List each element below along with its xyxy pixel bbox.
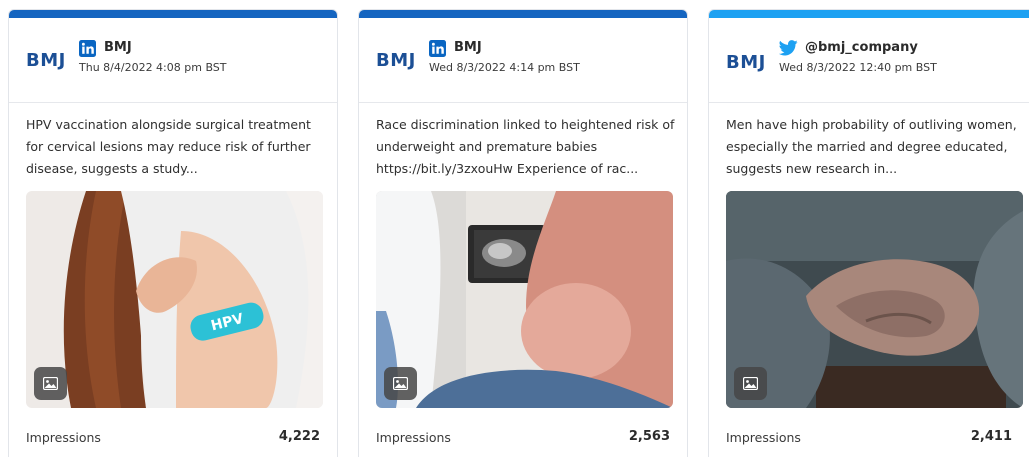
post-header: BMJ @bmj_company Wed 8/3/2022 12:40 pm B… xyxy=(709,18,1029,103)
post-timestamp: Wed 8/3/2022 4:14 pm BST xyxy=(429,61,580,74)
post-card[interactable]: BMJ @bmj_company Wed 8/3/2022 12:40 pm B… xyxy=(708,9,1029,457)
bmj-logo: BMJ xyxy=(376,50,416,71)
linkedin-icon xyxy=(429,40,446,57)
twitter-icon xyxy=(779,40,798,56)
image-icon xyxy=(393,377,408,390)
post-author[interactable]: BMJ xyxy=(454,40,482,55)
post-header: BMJ BMJ Wed 8/3/2022 4:14 pm BST xyxy=(359,18,687,103)
post-card[interactable]: BMJ BMJ Thu 8/4/2022 4:08 pm BST HPV vac… xyxy=(8,9,338,457)
impressions-value: 2,411 xyxy=(970,429,1012,444)
post-text: Men have high probability of outliving w… xyxy=(726,117,1017,176)
post-image[interactable] xyxy=(726,191,1023,408)
social-posts-panel: BMJ BMJ Thu 8/4/2022 4:08 pm BST HPV vac… xyxy=(0,0,1029,457)
image-badge[interactable] xyxy=(734,367,767,400)
image-icon xyxy=(743,377,758,390)
impressions-label: Impressions xyxy=(726,430,801,445)
linkedin-accent-bar xyxy=(9,10,337,18)
post-text: Race discrimination linked to heightened… xyxy=(376,117,675,176)
twitter-accent-bar xyxy=(709,10,1029,18)
pregnancy-scan-photo xyxy=(376,191,673,408)
post-author[interactable]: BMJ xyxy=(104,40,132,55)
post-header: BMJ BMJ Thu 8/4/2022 4:08 pm BST xyxy=(9,18,337,103)
post-text: HPV vaccination alongside surgical treat… xyxy=(26,117,311,176)
post-author[interactable]: @bmj_company xyxy=(805,40,918,55)
post-image[interactable]: HPV xyxy=(26,191,323,408)
post-timestamp: Thu 8/4/2022 4:08 pm BST xyxy=(79,61,227,74)
post-timestamp: Wed 8/3/2022 12:40 pm BST xyxy=(779,61,937,74)
post-image[interactable] xyxy=(376,191,673,408)
impressions-value: 4,222 xyxy=(278,429,320,444)
image-badge[interactable] xyxy=(34,367,67,400)
bmj-logo: BMJ xyxy=(726,52,766,73)
bmj-logo: BMJ xyxy=(26,50,66,71)
impressions-label: Impressions xyxy=(376,430,451,445)
post-card[interactable]: BMJ BMJ Wed 8/3/2022 4:14 pm BST Race di… xyxy=(358,9,688,457)
image-badge[interactable] xyxy=(384,367,417,400)
elderly-hands-photo xyxy=(726,191,1023,408)
impressions-value: 2,563 xyxy=(628,429,670,444)
hpv-vaccine-photo: HPV xyxy=(26,191,323,408)
impressions-label: Impressions xyxy=(26,430,101,445)
linkedin-accent-bar xyxy=(359,10,687,18)
linkedin-icon xyxy=(79,40,96,57)
image-icon xyxy=(43,377,58,390)
